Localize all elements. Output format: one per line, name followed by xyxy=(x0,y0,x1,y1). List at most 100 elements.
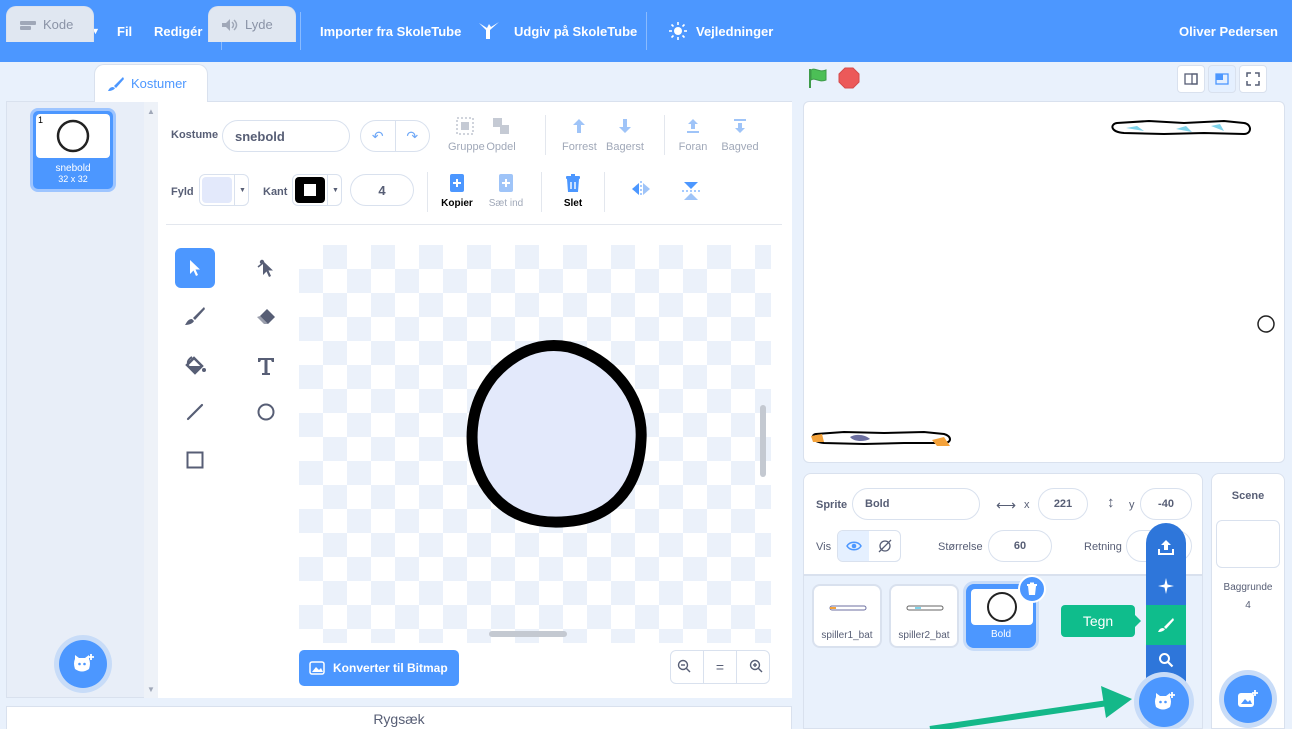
fill-tool[interactable] xyxy=(175,346,215,386)
file-menu[interactable]: Fil xyxy=(117,0,132,62)
circle-tool[interactable] xyxy=(246,392,286,432)
horizontal-arrows-icon: ⟷ xyxy=(996,497,1017,513)
copy-button[interactable]: Kopier xyxy=(440,172,474,209)
canvas-vertical-scrollbar[interactable] xyxy=(760,405,766,477)
snowball-shape[interactable] xyxy=(299,245,771,643)
y-label: y xyxy=(1129,499,1135,511)
player1-paddle-sprite[interactable] xyxy=(811,430,951,446)
size-label: Størrelse xyxy=(938,541,983,553)
forward-front-button[interactable]: Forrest xyxy=(562,115,597,153)
vertical-arrows-icon: ↕ xyxy=(1107,494,1115,511)
tutorials-button[interactable]: Vejledninger xyxy=(668,0,773,62)
delete-button[interactable]: Slet xyxy=(556,172,590,209)
paint-tooltip: Tegn xyxy=(1061,605,1141,637)
tab-costumes[interactable]: Kostumer xyxy=(94,64,208,102)
trash-icon xyxy=(1027,582,1037,595)
delete-label: Slet xyxy=(563,198,583,209)
brush-icon xyxy=(185,307,205,325)
zoom-out-icon[interactable] xyxy=(677,659,691,676)
sprite-thumbnail xyxy=(906,605,944,611)
fullscreen-button[interactable] xyxy=(1239,65,1267,93)
convert-bitmap-button[interactable]: Konverter til Bitmap xyxy=(299,650,459,686)
text-tool[interactable] xyxy=(246,346,286,386)
show-button[interactable] xyxy=(838,531,869,561)
eraser-tool[interactable] xyxy=(246,296,286,336)
undo-icon[interactable]: ↶ xyxy=(361,128,395,145)
cat-add-icon xyxy=(74,654,94,672)
edit-menu[interactable]: Redigér xyxy=(154,0,202,62)
rectangle-tool[interactable] xyxy=(175,440,215,480)
costume-item[interactable]: 1 snebold 32 x 32 xyxy=(30,108,116,192)
arrow-up-icon xyxy=(573,119,585,133)
stage[interactable] xyxy=(803,101,1285,463)
upload-icon xyxy=(1158,540,1174,555)
costume-thumbnail xyxy=(36,114,110,158)
redo-icon[interactable]: ↷ xyxy=(395,128,429,145)
tab-code[interactable]: Kode xyxy=(6,6,94,42)
flip-horizontal-button[interactable] xyxy=(628,180,654,201)
costume-name-input[interactable]: snebold xyxy=(222,120,350,152)
backward-icon xyxy=(734,119,746,133)
eye-hidden-icon xyxy=(878,539,891,553)
tab-costumes-label: Kostumer xyxy=(131,76,187,91)
add-costume-button[interactable] xyxy=(59,640,107,688)
chevron-down-icon: ▼ xyxy=(332,186,339,194)
group-button[interactable]: Gruppe xyxy=(448,115,485,153)
surprise-sprite-button[interactable] xyxy=(1146,566,1186,606)
sprite-item[interactable]: spiller2_bat xyxy=(889,584,959,648)
green-flag-icon[interactable] xyxy=(807,67,829,89)
backpack-header[interactable]: Rygsæk xyxy=(6,706,792,729)
upload-sprite-button[interactable] xyxy=(1146,527,1186,567)
zoom-reset-button[interactable]: = xyxy=(716,659,724,675)
choose-sprite-button[interactable] xyxy=(1139,677,1189,727)
select-tool[interactable] xyxy=(175,248,215,288)
backdrop-thumbnail[interactable] xyxy=(1216,520,1280,568)
publish-skoletube-button[interactable]: Udgiv på SkoleTube xyxy=(478,0,637,62)
costume-list-scrollbar[interactable]: ▲ ▼ xyxy=(144,101,158,698)
paint-sprite-button[interactable] xyxy=(1146,605,1186,645)
eye-icon xyxy=(845,541,862,551)
zoom-in-icon[interactable] xyxy=(749,659,763,676)
copy-icon xyxy=(450,174,464,192)
ball-sprite[interactable] xyxy=(1257,315,1275,333)
user-menu[interactable]: Oliver Pedersen xyxy=(1179,0,1278,62)
backward-button[interactable]: Bagved xyxy=(720,115,760,153)
outline-width-input[interactable]: 4 xyxy=(350,174,414,206)
outline-color-picker[interactable]: ▼ xyxy=(292,174,342,206)
choose-backdrop-button[interactable] xyxy=(1224,675,1272,723)
hide-button[interactable] xyxy=(869,539,900,553)
sprite-name: Bold xyxy=(990,629,1011,640)
brush-tool[interactable] xyxy=(175,296,215,336)
sprite-name-input[interactable]: Bold xyxy=(852,488,980,520)
paint-canvas[interactable] xyxy=(299,245,771,643)
canvas-horizontal-scrollbar[interactable] xyxy=(489,631,567,637)
player2-paddle-sprite[interactable] xyxy=(1111,119,1251,136)
sprite-item[interactable]: spiller1_bat xyxy=(812,584,882,648)
line-tool[interactable] xyxy=(175,392,215,432)
ungroup-button[interactable]: Opdel xyxy=(484,115,518,153)
import-skoletube-button[interactable]: Importer fra SkoleTube xyxy=(320,0,461,62)
delete-sprite-button[interactable] xyxy=(1018,575,1046,603)
tutorials-label: Vejledninger xyxy=(696,23,774,39)
direction-label: Retning xyxy=(1084,541,1122,553)
small-stage-button[interactable] xyxy=(1177,65,1205,93)
normal-stage-icon xyxy=(1215,73,1229,85)
size-input[interactable]: 60 xyxy=(988,530,1052,562)
flip-vertical-button[interactable] xyxy=(678,180,704,205)
code-blocks-icon xyxy=(20,20,36,30)
x-input[interactable]: 221 xyxy=(1038,488,1088,520)
backward-back-button[interactable]: Bagerst xyxy=(605,115,645,153)
bird-icon xyxy=(479,22,499,39)
reshape-tool[interactable] xyxy=(246,248,286,288)
forward-button[interactable]: Foran xyxy=(676,115,710,153)
fill-color-picker[interactable]: ▼ xyxy=(199,174,249,206)
normal-stage-button[interactable] xyxy=(1208,65,1236,93)
backdrops-count: 4 xyxy=(1245,600,1251,611)
tab-sounds[interactable]: Lyde xyxy=(208,6,296,42)
stop-icon[interactable] xyxy=(838,67,860,89)
search-sprite-button[interactable] xyxy=(1146,640,1186,680)
y-input[interactable]: -40 xyxy=(1140,488,1192,520)
paste-button[interactable]: Sæt ind xyxy=(486,172,526,209)
forward-icon xyxy=(687,119,699,133)
sprite-thumbnail xyxy=(829,605,867,611)
